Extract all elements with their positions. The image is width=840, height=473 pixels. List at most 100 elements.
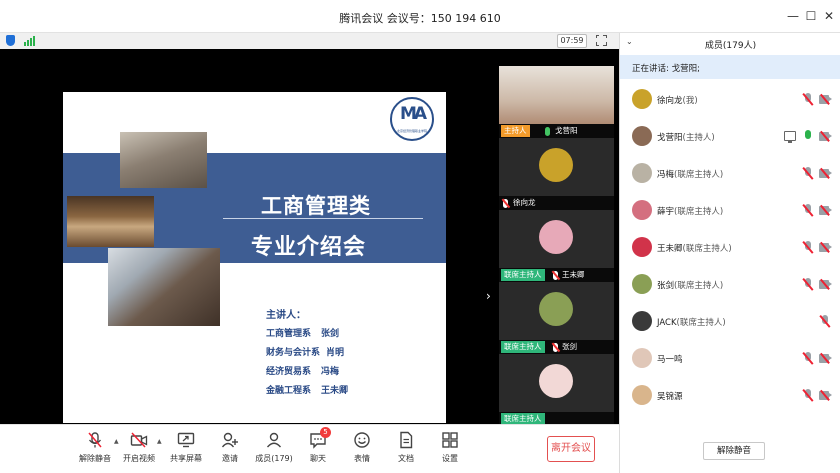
participant-avatar <box>539 220 573 254</box>
camera-off-icon[interactable] <box>819 243 832 252</box>
speaker-row: 工商管理系 张剑 <box>266 329 340 339</box>
speaker-row: 金融工程系 王未卿 <box>266 386 349 396</box>
participant-name: 徐向龙 <box>513 198 536 207</box>
minimize-icon[interactable]: — <box>784 7 802 25</box>
camera-off-icon[interactable] <box>819 206 832 215</box>
speaker-row: 财务与会计系 肖明 <box>266 348 345 358</box>
campus-building-photo <box>108 248 220 326</box>
hall-photo <box>67 196 154 247</box>
cohost-tag: 联席主持人 <box>501 341 545 353</box>
invite-button[interactable]: 邀请 <box>208 431 252 464</box>
member-row[interactable]: JACK(联席主持人) <box>620 303 840 340</box>
chat-icon: 5 <box>309 427 331 449</box>
camera-off-icon[interactable] <box>819 132 832 141</box>
presentation-slide: MA 北京经济管理职业学院 工商管理类 专业介绍会 主讲人： 工商管理系 张剑 财… <box>63 92 446 423</box>
document-icon <box>397 431 415 449</box>
participant-name: 王未卿 <box>562 270 585 279</box>
video-tile[interactable]: 联席主持人 王未卿 <box>499 210 614 282</box>
window-title: 腾讯会议 会议号：150 194 610 <box>339 12 501 25</box>
avatar <box>632 274 652 294</box>
camera-off-icon[interactable] <box>819 169 832 178</box>
member-row[interactable]: 徐向龙(我) <box>620 81 840 118</box>
video-options-caret-icon[interactable]: ▲ <box>157 438 162 445</box>
camera-off-icon[interactable] <box>819 95 832 104</box>
participant-video <box>499 66 614 124</box>
video-tile[interactable]: 徐向龙 <box>499 138 614 210</box>
invite-icon <box>221 431 239 449</box>
camera-off-icon[interactable] <box>819 280 832 289</box>
settings-icon <box>441 431 459 449</box>
school-logo: MA 北京经济管理职业学院 <box>390 97 434 141</box>
members-panel-header: ⌄ 成员(179人) <box>620 33 840 53</box>
window-titlebar: 腾讯会议 会议号：150 194 610 — ☐ ✕ <box>0 0 840 33</box>
mic-on-icon[interactable] <box>804 130 812 143</box>
now-speaking-banner: 正在讲话: 戈营阳; <box>620 55 840 79</box>
close-icon[interactable]: ✕ <box>820 7 838 25</box>
host-tag: 主持人 <box>501 125 530 137</box>
start-video-button[interactable]: 开启视频 <box>117 431 161 464</box>
avatar <box>632 237 652 257</box>
avatar <box>632 311 652 331</box>
mic-off-icon[interactable] <box>804 93 812 106</box>
collapse-video-strip-icon[interactable]: › <box>486 289 491 303</box>
avatar <box>632 163 652 183</box>
chat-button[interactable]: 5 聊天 <box>296 427 340 464</box>
mic-on-icon <box>545 127 550 136</box>
meeting-timer: 07:59 <box>557 34 587 48</box>
settings-button[interactable]: 设置 <box>428 431 472 464</box>
muted-mic-icon <box>86 431 104 449</box>
mic-off-icon[interactable] <box>804 167 812 180</box>
signal-icon[interactable] <box>24 36 36 46</box>
mic-off-icon[interactable] <box>821 315 829 328</box>
video-tile[interactable]: 联席主持人 <box>499 354 614 426</box>
avatar <box>632 200 652 220</box>
speakers-heading: 主讲人： <box>266 310 306 321</box>
participant-name: 戈营阳 <box>555 126 578 135</box>
participant-avatar <box>539 148 573 182</box>
unmute-all-button[interactable]: 解除静音 <box>703 442 765 460</box>
meeting-toolbar: 解除静音 ▲ 开启视频 ▲ 共享屏幕 邀请 成员(179) 5 聊天 表情 文档… <box>0 424 619 473</box>
member-row[interactable]: 冯梅(联席主持人) <box>620 155 840 192</box>
participant-name: 张剑 <box>562 342 577 351</box>
camera-off-icon[interactable] <box>819 391 832 400</box>
mic-off-icon[interactable] <box>804 352 812 365</box>
members-panel-title: 成员(179人) <box>704 41 757 51</box>
cohost-tag: 联席主持人 <box>501 269 545 281</box>
member-row[interactable]: 薛宇(联席主持人) <box>620 192 840 229</box>
meeting-status-bar: 07:59 <box>0 33 619 49</box>
avatar <box>632 126 652 146</box>
participant-avatar <box>539 364 573 398</box>
mic-off-icon[interactable] <box>804 389 812 402</box>
member-row[interactable]: 张剑(联席主持人) <box>620 266 840 303</box>
emoji-icon <box>353 431 371 449</box>
mic-off-icon[interactable] <box>804 241 812 254</box>
member-row[interactable]: 马一鸣 <box>620 340 840 377</box>
avatar <box>632 348 652 368</box>
unmute-button[interactable]: 解除静音 <box>73 431 117 464</box>
shield-icon[interactable] <box>6 35 15 46</box>
mic-off-icon <box>553 343 558 352</box>
mic-off-icon[interactable] <box>804 204 812 217</box>
document-button[interactable]: 文档 <box>384 431 428 464</box>
members-button[interactable]: 成员(179) <box>252 431 296 464</box>
video-tile[interactable]: 主持人 戈营阳 <box>499 66 614 138</box>
maximize-icon[interactable]: ☐ <box>802 7 820 25</box>
share-screen-button[interactable]: 共享屏幕 <box>164 431 208 464</box>
members-panel: ⌄ 成员(179人) 正在讲话: 戈营阳; 徐向龙(我) 戈营阳(主持人) 冯梅… <box>619 33 840 473</box>
leave-meeting-button[interactable]: 离开会议 <box>547 436 595 462</box>
mic-off-icon <box>553 271 558 280</box>
video-tile[interactable]: 联席主持人 张剑 <box>499 282 614 354</box>
members-icon <box>265 431 283 449</box>
participant-avatar <box>539 292 573 326</box>
mic-off-icon <box>503 199 508 208</box>
emoji-button[interactable]: 表情 <box>340 431 384 464</box>
speaker-row: 经济贸易系 冯梅 <box>266 367 340 377</box>
camera-off-icon[interactable] <box>819 354 832 363</box>
fullscreen-icon[interactable] <box>595 34 607 46</box>
video-strip: 主持人 戈营阳 徐向龙 联席主持人 王未卿 联席主持人 张剑 联席主持人 <box>499 66 614 426</box>
screen-share-icon[interactable] <box>784 131 796 143</box>
member-row[interactable]: 戈营阳(主持人) <box>620 118 840 155</box>
member-row[interactable]: 王未卿(联席主持人) <box>620 229 840 266</box>
member-row[interactable]: 吴锦源 <box>620 377 840 414</box>
mic-off-icon[interactable] <box>804 278 812 291</box>
